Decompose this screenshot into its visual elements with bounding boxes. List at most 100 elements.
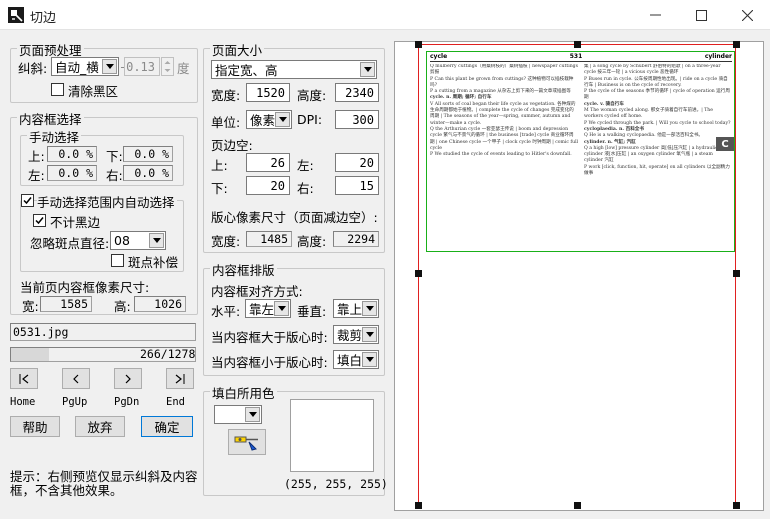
page-height-input[interactable]: 2340 <box>335 83 379 102</box>
text-line: Q mulberry cuttings（用桑树枝的）桑树插枝 | newspap… <box>430 64 578 76</box>
page-size-mode-value: 指定宽、高 <box>215 63 278 78</box>
margin-right-label: 右: <box>297 181 314 196</box>
manual-bottom-value: 0.0 % <box>123 146 173 162</box>
auto-in-range-label: 手动选择范围内自动选择 <box>37 192 177 211</box>
discard-button[interactable]: 放弃 <box>75 416 125 437</box>
text-line: P Buses run in cycle. 公车按周期性地出现。| ride o… <box>584 76 728 88</box>
fill-color-rgb: (255, 255, 255) <box>284 477 388 491</box>
fill-color-select[interactable] <box>214 405 262 424</box>
smaller-than-layout-label: 当内容框小于版心时: <box>211 355 328 370</box>
spinner-arrows-icon <box>164 61 171 72</box>
progress-text: 266/1278 <box>140 347 196 361</box>
horizontal-align-select[interactable]: 靠左 <box>245 299 291 318</box>
dpi-label: DPI: <box>297 112 323 127</box>
ignore-spot-select[interactable]: 08 <box>110 231 166 250</box>
page-width-label: 宽度: <box>211 88 241 103</box>
text-line: V All sorts of coal began their life cyc… <box>430 101 576 126</box>
close-button[interactable] <box>724 0 770 30</box>
unit-label: 单位: <box>211 115 241 130</box>
deskew-mode-select[interactable]: 自动_横 <box>51 57 119 76</box>
page-width-input[interactable]: 1520 <box>246 83 290 102</box>
layout-size-label: 版心像素尺寸（页面减边空）: <box>211 210 378 225</box>
chevron-down-icon <box>245 407 260 422</box>
vertical-label: 垂直: <box>297 304 327 319</box>
previous-page-icon <box>73 374 79 383</box>
close-icon <box>741 9 753 21</box>
resize-handle-bottom-right[interactable] <box>733 502 740 509</box>
margin-label: 页边空: <box>211 138 253 153</box>
exclude-black-checkbox[interactable] <box>33 214 46 227</box>
deskew-angle-spinner[interactable] <box>161 57 174 76</box>
hint-text: 提示：右侧预览仅显示纠斜及内容框，不含其他效果。 <box>10 469 198 498</box>
auto-in-range-checkbox[interactable] <box>21 194 34 207</box>
file-name-field: 0531.jpg <box>10 323 196 341</box>
page-size-mode-select[interactable]: 指定宽、高 <box>211 60 377 79</box>
margin-left-input[interactable]: 20 <box>335 153 379 172</box>
minimize-icon <box>649 14 661 16</box>
vertical-align-select[interactable]: 靠上 <box>333 299 379 318</box>
margin-top-label: 上: <box>211 158 228 173</box>
help-button[interactable]: 帮助 <box>10 416 60 437</box>
smaller-than-layout-select[interactable]: 填白 <box>333 350 379 369</box>
horizontal-label: 水平: <box>211 304 241 319</box>
minimize-button[interactable] <box>632 0 678 30</box>
chevron-down-icon <box>274 301 289 316</box>
end-button[interactable] <box>166 368 194 389</box>
window-title: 切边 <box>30 11 57 26</box>
resize-handle-right[interactable] <box>733 270 740 277</box>
maximize-icon <box>695 9 707 21</box>
ok-button[interactable]: 确定 <box>141 416 193 437</box>
clear-black-checkbox[interactable] <box>51 83 64 96</box>
resize-handle-bottom-left[interactable] <box>415 502 422 509</box>
header-right: cylinder <box>704 53 732 60</box>
manual-top-value: 0.0 % <box>47 146 97 162</box>
deskew-angle-input[interactable]: -0.13 <box>119 57 160 76</box>
page-height-label: 高度: <box>297 88 327 103</box>
margin-bottom-input[interactable]: 20 <box>246 176 290 195</box>
resize-handle-bottom[interactable] <box>574 502 581 509</box>
manual-left-label: 左: <box>28 168 45 183</box>
layout-height-value: 2294 <box>333 231 379 247</box>
chevron-down-icon <box>149 233 164 248</box>
home-button[interactable] <box>10 368 38 389</box>
unit-value: 像素 <box>250 113 276 128</box>
left-text-column: Q mulberry cuttings（用桑树枝的）桑树插枝 | newspap… <box>430 64 578 249</box>
title-bar: 切边 <box>0 0 770 30</box>
first-page-icon <box>19 373 29 384</box>
deskew-unit-label: 度 <box>177 61 190 76</box>
chevron-down-icon <box>102 59 117 74</box>
page-size-title: 页面大小 <box>210 40 265 59</box>
fill-color-swatch <box>290 399 374 472</box>
maximize-button[interactable] <box>678 0 724 30</box>
spot-fill-label: 斑点补偿 <box>128 255 179 270</box>
spot-fill-checkbox[interactable] <box>111 254 124 267</box>
clear-black-label: 清除黑区 <box>68 84 119 99</box>
content-layout-title: 内容框排版 <box>210 260 277 279</box>
dpi-input[interactable]: 300 <box>335 110 379 129</box>
resize-handle-top[interactable] <box>574 41 581 48</box>
unit-select[interactable]: 像素 <box>246 110 292 129</box>
current-height-value: 1026 <box>134 296 186 312</box>
pgup-label: PgUp <box>62 396 88 408</box>
progress-fill <box>11 348 50 361</box>
resize-handle-top-right[interactable] <box>733 41 740 48</box>
larger-than-layout-select[interactable]: 裁剪 <box>333 325 379 344</box>
resize-handle-top-left[interactable] <box>415 41 422 48</box>
resize-handle-left[interactable] <box>415 270 422 277</box>
text-line: Q a high [low] pressure cylinder 高[低]压汽缸… <box>584 145 718 164</box>
margin-left-label: 左: <box>297 158 314 173</box>
text-line: P We studied the cycle of events leading… <box>430 152 572 158</box>
pgdn-button[interactable] <box>114 368 142 389</box>
margin-right-input[interactable]: 15 <box>335 176 379 195</box>
color-picker-button[interactable] <box>228 429 266 455</box>
fill-color-title: 填白所用色 <box>210 383 277 402</box>
text-line: P the cycle of the seasons 季节的循环 | cycle… <box>584 89 730 101</box>
margin-top-input[interactable]: 26 <box>246 153 290 172</box>
pgup-button[interactable] <box>62 368 90 389</box>
manual-select-title: 手动选择 <box>27 127 82 146</box>
app-icon <box>8 7 24 23</box>
header-page-number: 531 <box>569 53 583 60</box>
end-label: End <box>166 396 185 408</box>
ignore-spot-value: 08 <box>114 233 130 248</box>
last-page-icon <box>175 373 185 384</box>
